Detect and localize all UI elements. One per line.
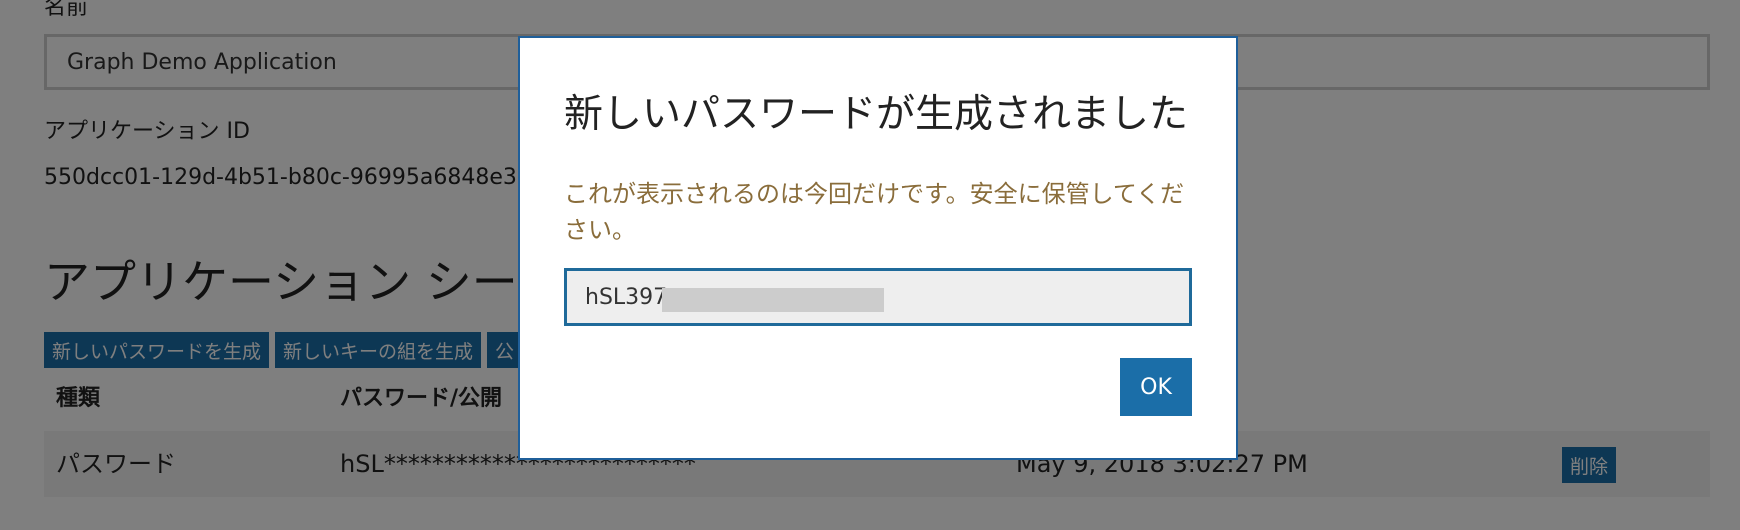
dialog-title: 新しいパスワードが生成されました — [564, 92, 1189, 137]
new-password-dialog: 新しいパスワードが生成されました これが表示されるのは今回だけです。安全に保管し… — [518, 36, 1238, 460]
ok-button[interactable]: OK — [1120, 358, 1192, 416]
redaction-mask — [662, 288, 884, 312]
dialog-warning: これが表示されるのは今回だけです。安全に保管してください。 — [564, 180, 1185, 244]
